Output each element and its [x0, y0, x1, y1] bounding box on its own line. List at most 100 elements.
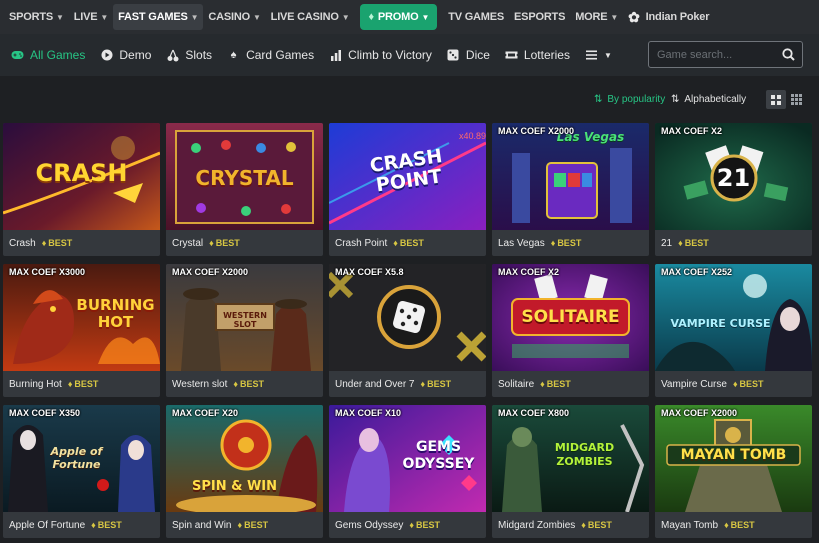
- game-caption: Crash ♦ BEST: [3, 230, 160, 256]
- best-badge: ♦ BEST: [233, 379, 264, 389]
- sort-by-popularity[interactable]: ⇅ By popularity: [594, 94, 665, 105]
- game-name: Las Vegas: [498, 237, 545, 249]
- game-thumbnail[interactable]: SOLITAIRE: [492, 264, 649, 371]
- game-card-crystal[interactable]: CRYSTAL Crystal ♦ BEST: [166, 123, 323, 256]
- best-label: BEST: [684, 238, 709, 248]
- game-card-mayan-tomb[interactable]: MAYAN TOMB MAX COEF X2000 Mayan Tomb ♦ BES…: [655, 405, 812, 538]
- nav-promo[interactable]: ♦ PROMO ▼: [360, 4, 438, 30]
- best-badge: ♦ BEST: [724, 520, 755, 530]
- sort-icon: ⇅: [594, 94, 603, 105]
- game-thumbnail[interactable]: MAYAN TOMB: [655, 405, 812, 512]
- game-card-spin-and-win[interactable]: SPIN & WIN MAX COEF X20 Spin and Win ♦ BES…: [166, 405, 323, 538]
- game-thumbnail[interactable]: MIDGARD ZOMBIES: [492, 405, 649, 512]
- search-input[interactable]: [649, 48, 777, 61]
- category-climb-to-victory[interactable]: Climb to Victory: [329, 48, 432, 62]
- nav-label: MORE: [575, 11, 608, 23]
- best-badge: ♦ BEST: [209, 238, 240, 248]
- game-logo: 21: [716, 164, 751, 192]
- game-thumbnail[interactable]: Apple of Fortune: [3, 405, 160, 512]
- sort-alphabetically[interactable]: ⇅ Alphabetically: [671, 94, 746, 105]
- game-logo: Apple of Fortune: [50, 445, 103, 471]
- flame-icon: ♦: [550, 238, 556, 248]
- game-thumbnail[interactable]: WESTERN SLOT: [166, 264, 323, 371]
- search-icon[interactable]: [782, 48, 795, 61]
- game-thumbnail[interactable]: BURNING HOT: [3, 264, 160, 371]
- nav-sports[interactable]: SPORTS ▼: [4, 4, 69, 30]
- flame-icon: ♦: [732, 379, 738, 389]
- game-name: 21: [661, 237, 673, 249]
- chevron-down-icon: ▼: [610, 12, 619, 22]
- nav-esports[interactable]: ESPORTS: [509, 4, 570, 30]
- max-coef-label: MAX COEF X350: [9, 408, 81, 418]
- flame-icon: ♦: [67, 379, 73, 389]
- small-grid-view-button[interactable]: [786, 90, 806, 109]
- category-bar: All Games Demo Slots ♠ Card Games Climb …: [0, 34, 819, 76]
- category-label: All Games: [30, 48, 86, 62]
- nav-indian-poker[interactable]: ✿ Indian Poker: [623, 4, 714, 30]
- nav-more[interactable]: MORE ▼: [570, 4, 623, 30]
- nav-casino[interactable]: CASINO ▼: [203, 4, 265, 30]
- chevron-down-icon: ▼: [421, 12, 430, 22]
- large-grid-view-button[interactable]: [766, 90, 786, 109]
- game-caption: Midgard Zombies ♦ BEST: [492, 512, 649, 538]
- category-lotteries[interactable]: Lotteries: [505, 48, 570, 62]
- game-card-crash-point[interactable]: x40.89 CRASH POINT Crash Point ♦ BEST: [329, 123, 486, 256]
- game-card-western-slot[interactable]: WESTERN SLOT MAX COEF X2000 Western slot…: [166, 264, 323, 397]
- sort-label: By popularity: [607, 94, 666, 105]
- best-label: BEST: [239, 379, 264, 389]
- game-card-solitaire[interactable]: SOLITAIRE MAX COEF X2 Solitaire ♦ BEST: [492, 264, 649, 397]
- nav-label: PROMO: [377, 11, 419, 23]
- game-logo: CRYSTAL: [195, 166, 294, 190]
- nav-fast-games[interactable]: FAST GAMES ▼: [113, 4, 204, 30]
- game-card-apple-of-fortune[interactable]: Apple of Fortune MAX COEF X350 Apple Of …: [3, 405, 160, 538]
- game-caption: Under and Over 7 ♦ BEST: [329, 371, 486, 397]
- game-card-under-and-over-7[interactable]: MAX COEF X5.8 Under and Over 7 ♦ BEST: [329, 264, 486, 397]
- menu-icon: [585, 49, 598, 62]
- game-card-crash[interactable]: CRASH Crash ♦ BEST: [3, 123, 160, 256]
- game-card-las-vegas[interactable]: Las Vegas MAX COEF X2000 Las Vegas ♦ BEST: [492, 123, 649, 256]
- category-card-games[interactable]: ♠ Card Games: [227, 48, 314, 62]
- game-thumbnail[interactable]: CRYSTAL: [166, 123, 323, 230]
- best-badge: ♦ BEST: [393, 238, 424, 248]
- game-search-box[interactable]: [648, 41, 803, 68]
- game-card-gems-odyssey[interactable]: GEMS ODYSSEY MAX COEF X10 Gems Odyssey ♦ B…: [329, 405, 486, 538]
- game-card-midgard-zombies[interactable]: MIDGARD ZOMBIES MAX COEF X800 Midgard Zo…: [492, 405, 649, 538]
- nav-label: LIVE CASINO: [270, 11, 339, 23]
- nav-live-casino[interactable]: LIVE CASINO ▼: [266, 4, 355, 30]
- best-label: BEST: [427, 379, 452, 389]
- game-thumbnail[interactable]: Las Vegas: [492, 123, 649, 230]
- flame-icon: ♦: [209, 238, 214, 248]
- svg-text:x40.89: x40.89: [459, 131, 486, 141]
- max-coef-label: MAX COEF X10: [335, 408, 402, 418]
- game-card-21[interactable]: 21 MAX COEF X2 21 ♦ BEST: [655, 123, 812, 256]
- game-name: Solitaire: [498, 378, 535, 390]
- game-thumbnail[interactable]: VAMPIRE CURSE: [655, 264, 812, 371]
- best-label: BEST: [546, 379, 571, 389]
- game-thumbnail[interactable]: SPIN & WIN: [166, 405, 323, 512]
- category-more-menu[interactable]: ▼: [585, 49, 612, 62]
- nav-label: FAST GAMES: [118, 11, 188, 23]
- category-all-games[interactable]: All Games: [11, 48, 85, 62]
- game-logo: MIDGARD ZOMBIES: [554, 441, 615, 468]
- game-name: Crash Point: [335, 237, 388, 249]
- nav-live[interactable]: LIVE ▼: [69, 4, 113, 30]
- best-badge: ♦ BEST: [409, 520, 440, 530]
- flame-icon: ♦: [233, 379, 238, 389]
- sort-row: ⇅ By popularity ⇅ Alphabetically: [0, 86, 819, 114]
- best-label: BEST: [587, 520, 612, 530]
- game-thumbnail[interactable]: GEMS ODYSSEY: [329, 405, 486, 512]
- category-dice[interactable]: Dice: [447, 48, 490, 62]
- nav-label: ESPORTS: [514, 11, 566, 23]
- max-coef-label: MAX COEF X5.8: [335, 267, 404, 277]
- category-slots[interactable]: Slots: [166, 48, 212, 62]
- chevron-down-icon: ▼: [56, 12, 64, 22]
- nav-tv-games[interactable]: TV GAMES: [443, 4, 509, 30]
- game-card-vampire-curse[interactable]: VAMPIRE CURSE MAX COEF X252 Vampire Curs…: [655, 264, 812, 397]
- game-thumbnail[interactable]: [329, 264, 486, 371]
- category-demo[interactable]: Demo: [100, 48, 151, 62]
- game-name: Mayan Tomb: [661, 519, 719, 531]
- game-thumbnail[interactable]: CRASH: [3, 123, 160, 230]
- game-card-burning-hot[interactable]: BURNING HOT MAX COEF X3000 Burning Hot ♦ B…: [3, 264, 160, 397]
- game-thumbnail[interactable]: x40.89 CRASH POINT: [329, 123, 486, 230]
- game-thumbnail[interactable]: 21: [655, 123, 812, 230]
